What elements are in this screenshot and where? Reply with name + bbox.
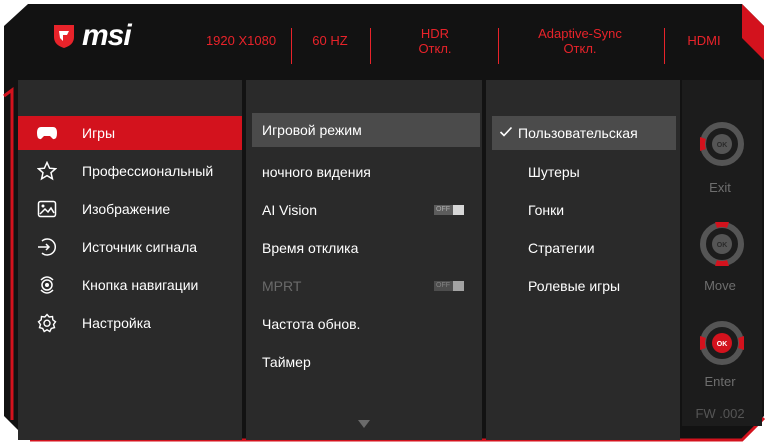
- submenu-response-time[interactable]: Время отклика: [252, 231, 480, 265]
- exit-joystick-icon[interactable]: OK: [700, 122, 744, 166]
- ok-text: OK: [717, 341, 728, 348]
- option-label: Пользовательская: [518, 125, 638, 141]
- option-rpg[interactable]: Ролевые игры: [492, 269, 676, 303]
- ok-text: OK: [717, 142, 728, 149]
- menu-item-label: Изображение: [82, 201, 171, 217]
- option-user[interactable]: Пользовательская: [492, 116, 676, 150]
- mprt-toggle: OFF: [434, 281, 464, 291]
- submenu-label: Время отклика: [262, 240, 359, 256]
- status-hdr: HDR Откл.: [400, 26, 470, 56]
- status-adaptive-sync: Adaptive-Sync Откл.: [520, 26, 640, 56]
- menu-item-navigation-key[interactable]: Кнопка навигации: [18, 268, 242, 302]
- status-separator: [498, 28, 499, 64]
- submenu-label: ночного видения: [262, 164, 371, 180]
- ok-text: OK: [717, 242, 728, 249]
- status-separator: [664, 28, 665, 64]
- status-adaptive-sync-label: Adaptive-Sync: [538, 26, 622, 41]
- status-separator: [291, 28, 292, 64]
- status-hdr-label: HDR: [420, 26, 450, 41]
- input-source-icon: [36, 236, 58, 258]
- menu-item-professional[interactable]: Профессиональный: [18, 154, 242, 188]
- menu-item-label: Профессиональный: [82, 163, 214, 179]
- menu-item-settings[interactable]: Настройка: [18, 306, 242, 340]
- monitor-osd: msi 1920 X1080 60 HZ HDR Откл. Adaptive-…: [0, 0, 768, 443]
- menu-item-image[interactable]: Изображение: [18, 192, 242, 226]
- toggle-knob: [453, 205, 464, 215]
- menu-item-label: Кнопка навигации: [82, 277, 199, 293]
- submenu-timer[interactable]: Таймер: [252, 345, 480, 379]
- move-label: Move: [704, 278, 736, 293]
- status-input-source: HDMI: [687, 33, 721, 48]
- submenu-label: Частота обнов.: [262, 316, 361, 332]
- option-label: Стратегии: [528, 240, 595, 256]
- status-resolution: 1920 X1080: [205, 33, 277, 48]
- toggle-state: OFF: [436, 206, 450, 213]
- enter-label: Enter: [704, 374, 736, 389]
- exit-label: Exit: [709, 180, 731, 195]
- menu-item-label: Источник сигнала: [82, 239, 198, 255]
- firmware-version: FW .002: [695, 406, 745, 421]
- toggle-knob: [453, 281, 464, 291]
- menu-item-label: Настройка: [82, 315, 151, 331]
- submenu-night-vision[interactable]: ночного видения: [252, 155, 480, 189]
- submenu-ai-vision[interactable]: AI Vision OFF: [252, 193, 480, 227]
- submenu-label: Игровой режим: [262, 122, 362, 138]
- menu-item-gaming[interactable]: Игры: [18, 116, 242, 150]
- status-hdr-value: Откл.: [418, 41, 452, 56]
- brand-name: msi: [82, 19, 132, 52]
- submenu-game-mode[interactable]: Игровой режим: [252, 113, 480, 147]
- submenu-label: MPRT: [262, 278, 302, 294]
- star-icon: [36, 160, 58, 182]
- navigation-key-icon: [36, 274, 58, 296]
- option-label: Шутеры: [528, 164, 580, 180]
- checkmark-icon: [498, 125, 514, 141]
- dragon-shield-icon: [54, 25, 74, 48]
- enter-joystick-icon[interactable]: OK: [700, 321, 744, 365]
- image-icon: [36, 198, 58, 220]
- menu-item-input-source[interactable]: Источник сигнала: [18, 230, 242, 264]
- menu-item-label: Игры: [82, 125, 116, 141]
- move-joystick-icon[interactable]: OK: [700, 222, 744, 266]
- toggle-state: OFF: [436, 282, 450, 289]
- scroll-down-icon[interactable]: [358, 420, 370, 428]
- option-racing[interactable]: Гонки: [492, 193, 676, 227]
- option-label: Гонки: [528, 202, 565, 218]
- submenu-mprt: MPRT OFF: [252, 269, 480, 303]
- settings-gear-icon: [36, 312, 58, 334]
- option-rts[interactable]: Стратегии: [492, 231, 676, 265]
- status-refresh-rate: 60 HZ: [312, 33, 348, 48]
- submenu-label: Таймер: [262, 354, 311, 370]
- status-separator: [370, 28, 371, 64]
- msi-logo: msi: [52, 18, 132, 54]
- option-label: Ролевые игры: [528, 278, 621, 294]
- option-fps[interactable]: Шутеры: [492, 155, 676, 189]
- submenu-label: AI Vision: [262, 202, 317, 218]
- gamepad-icon: [36, 122, 58, 144]
- ai-vision-toggle[interactable]: OFF: [434, 205, 464, 215]
- status-adaptive-sync-value: Откл.: [563, 41, 597, 56]
- submenu-refresh-rate[interactable]: Частота обнов.: [252, 307, 480, 341]
